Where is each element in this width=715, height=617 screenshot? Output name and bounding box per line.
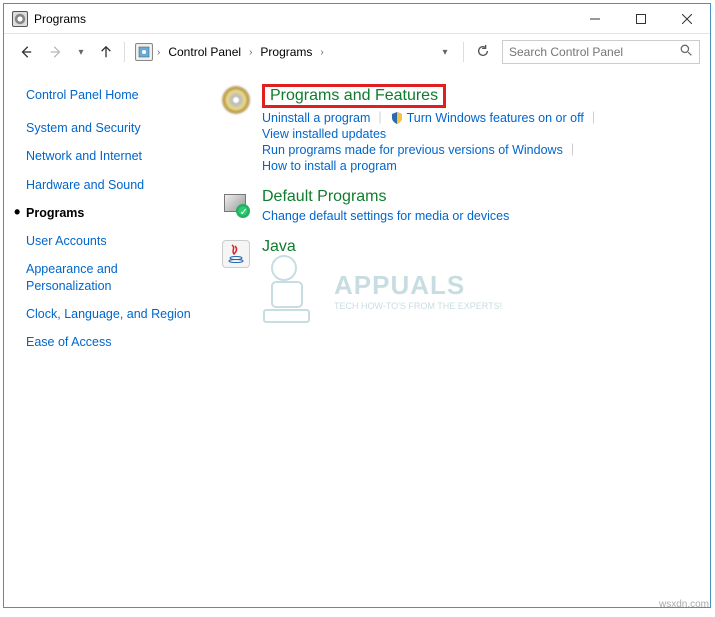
window-frame: Programs ▾ › bbox=[3, 3, 711, 608]
search-box[interactable] bbox=[502, 40, 700, 64]
breadcrumb-programs[interactable]: Programs bbox=[256, 43, 316, 61]
chevron-right-icon[interactable]: › bbox=[249, 47, 252, 58]
sidebar-item-user-accounts[interactable]: User Accounts bbox=[26, 233, 204, 249]
java-link[interactable]: Java bbox=[262, 238, 296, 256]
separator bbox=[124, 42, 125, 62]
back-button[interactable] bbox=[14, 40, 38, 64]
path-dropdown[interactable]: ▾ bbox=[433, 40, 457, 64]
sidebar-item-hardware-sound[interactable]: Hardware and Sound bbox=[26, 177, 204, 193]
close-button[interactable] bbox=[664, 4, 710, 34]
maximize-button[interactable] bbox=[618, 4, 664, 34]
navigation-bar: ▾ › Control Panel › Programs › ▾ bbox=[4, 34, 710, 70]
separator bbox=[463, 42, 464, 62]
content-area: Control Panel Home System and Security N… bbox=[4, 70, 710, 607]
control-panel-home-link[interactable]: Control Panel Home bbox=[26, 88, 204, 102]
chevron-right-icon[interactable]: › bbox=[157, 47, 160, 58]
sidebar-item-ease-access[interactable]: Ease of Access bbox=[26, 334, 204, 350]
app-icon bbox=[12, 11, 28, 27]
windows-features-link[interactable]: Turn Windows features on or off bbox=[390, 110, 584, 126]
search-icon[interactable] bbox=[680, 44, 693, 60]
sidebar-item-system-security[interactable]: System and Security bbox=[26, 120, 204, 136]
change-defaults-link[interactable]: Change default settings for media or dev… bbox=[262, 208, 509, 224]
watermark-tagline: TECH HOW-TO'S FROM THE EXPERTS! bbox=[334, 301, 502, 311]
minimize-button[interactable] bbox=[572, 4, 618, 34]
shield-icon bbox=[390, 111, 404, 125]
window-title: Programs bbox=[34, 12, 572, 26]
programs-features-link[interactable]: Programs and Features bbox=[262, 84, 446, 108]
main-content: Programs and Features Uninstall a progra… bbox=[214, 70, 710, 607]
section-java: Java bbox=[220, 238, 700, 270]
compatibility-link[interactable]: Run programs made for previous versions … bbox=[262, 142, 563, 158]
recent-dropdown[interactable]: ▾ bbox=[74, 40, 88, 64]
sidebar-item-network-internet[interactable]: Network and Internet bbox=[26, 148, 204, 164]
source-mark: wsxdn.com bbox=[659, 599, 709, 610]
refresh-button[interactable] bbox=[470, 44, 496, 61]
view-updates-link[interactable]: View installed updates bbox=[262, 126, 386, 142]
up-button[interactable] bbox=[94, 40, 118, 64]
programs-features-icon bbox=[220, 84, 252, 116]
chevron-right-icon[interactable]: › bbox=[320, 47, 323, 58]
java-icon bbox=[220, 238, 252, 270]
watermark-brand: APPUALS bbox=[334, 270, 502, 301]
forward-button[interactable] bbox=[44, 40, 68, 64]
section-programs-features: Programs and Features Uninstall a progra… bbox=[220, 84, 700, 174]
sidebar-item-appearance[interactable]: Appearance and Personalization bbox=[26, 261, 204, 294]
search-input[interactable] bbox=[509, 45, 680, 59]
sidebar-item-programs[interactable]: Programs bbox=[26, 205, 204, 221]
breadcrumb-control-panel[interactable]: Control Panel bbox=[164, 43, 245, 61]
sidebar: Control Panel Home System and Security N… bbox=[4, 70, 214, 607]
breadcrumb[interactable]: › Control Panel › Programs › bbox=[131, 40, 427, 64]
window-controls bbox=[572, 4, 710, 34]
how-install-link[interactable]: How to install a program bbox=[262, 158, 397, 174]
control-panel-icon bbox=[135, 43, 153, 61]
sidebar-item-clock-language[interactable]: Clock, Language, and Region bbox=[26, 306, 204, 322]
default-programs-link[interactable]: Default Programs bbox=[262, 188, 387, 206]
titlebar: Programs bbox=[4, 4, 710, 34]
uninstall-program-link[interactable]: Uninstall a program bbox=[262, 110, 370, 126]
section-default-programs: ✓ Default Programs Change default settin… bbox=[220, 188, 700, 224]
default-programs-icon: ✓ bbox=[220, 188, 252, 220]
